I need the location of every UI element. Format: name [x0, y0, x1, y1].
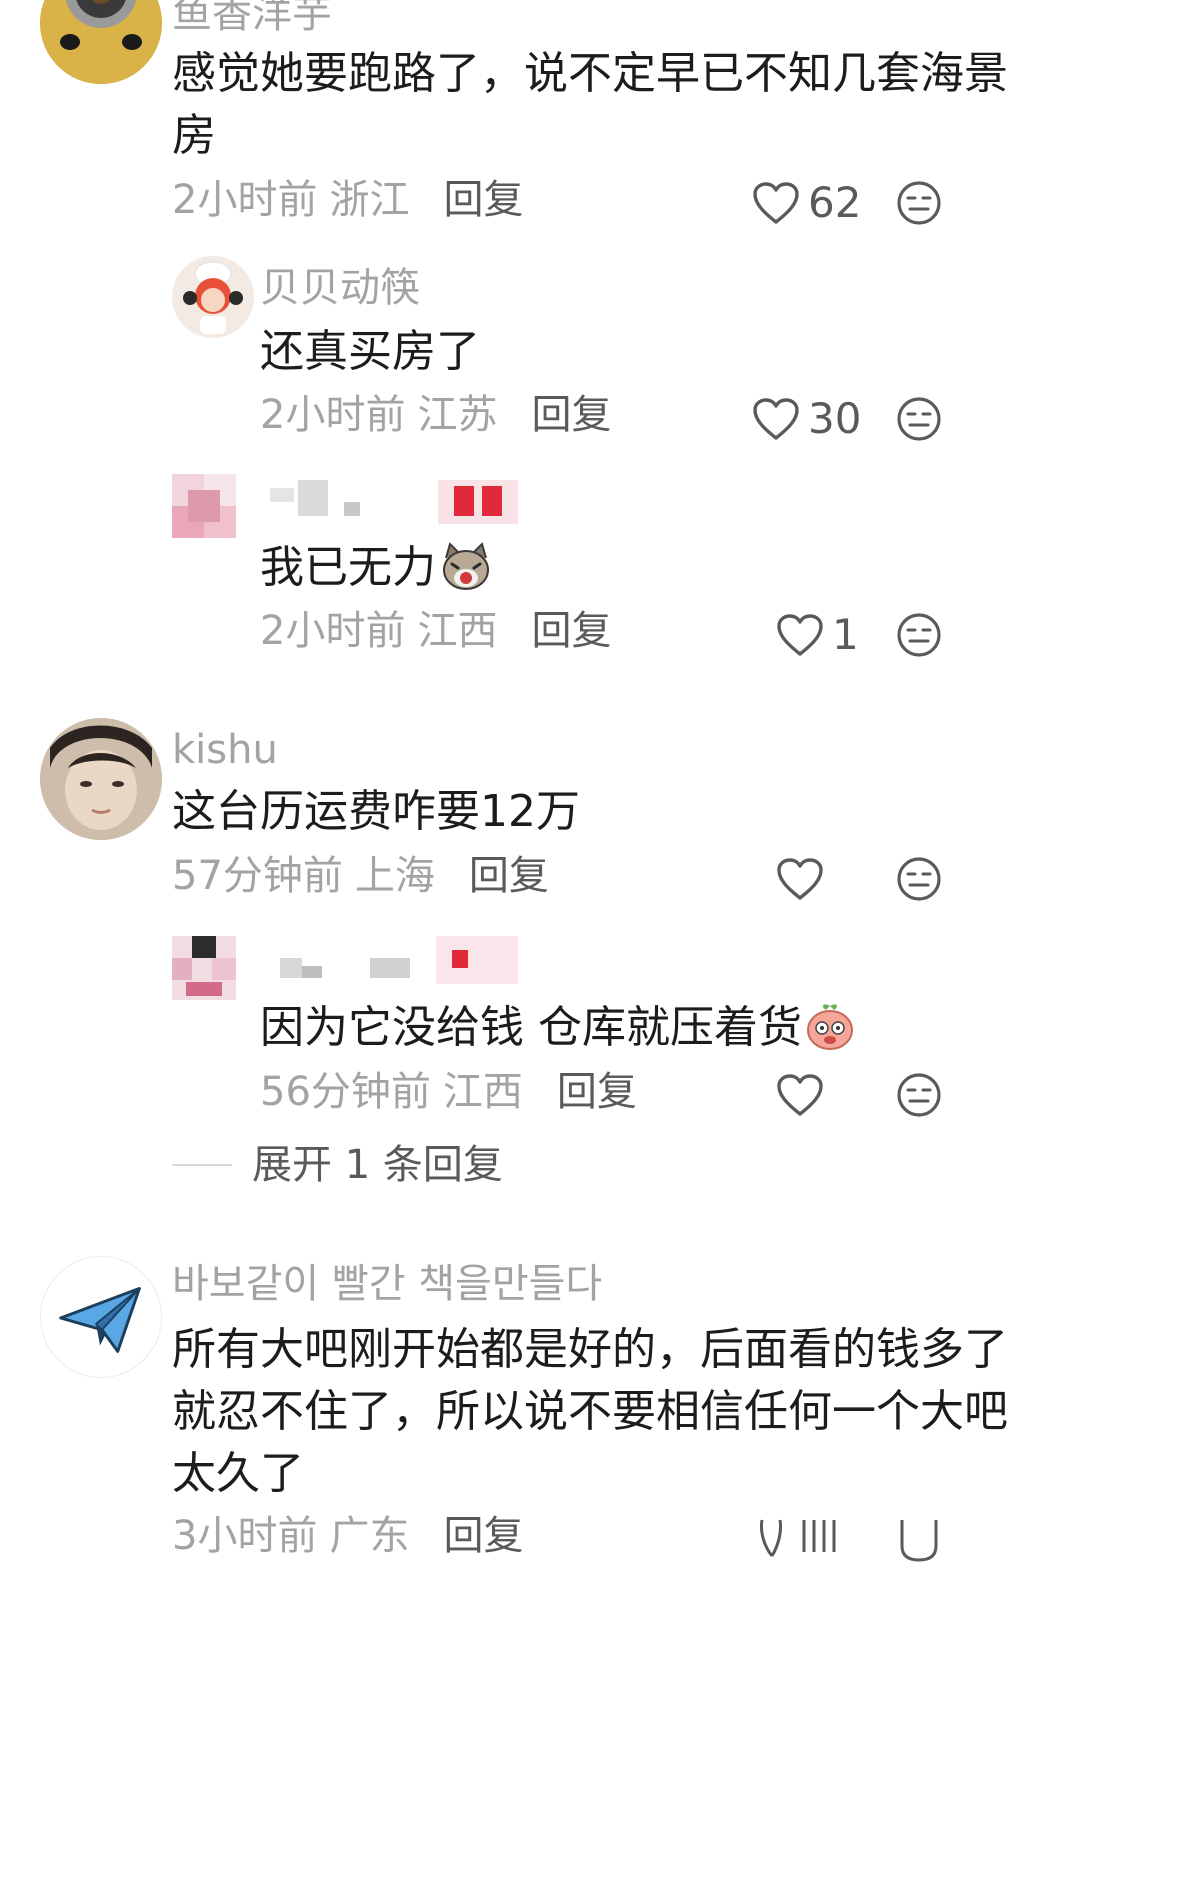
reply-username[interactable] [280, 936, 520, 984]
like-count: 30 [808, 394, 862, 443]
neutral-face-icon [897, 613, 941, 657]
reply-text: 我已无力 [260, 530, 492, 606]
reply-time: 2小时前 [260, 392, 406, 438]
avatar[interactable] [172, 474, 236, 538]
dislike-button[interactable] [896, 612, 942, 658]
neutral-face-icon [900, 1520, 938, 1562]
comment-username[interactable]: 바보같이 빨간 책을만들다 [172, 1260, 602, 1308]
reply-username[interactable]: 贝贝动筷 [260, 264, 420, 312]
reply-username[interactable] [270, 480, 520, 524]
reply-meta: 2小时前 江苏 回复 [260, 391, 611, 439]
reply-button[interactable]: 回复 [557, 1069, 637, 1115]
heart-outline-icon [777, 858, 823, 900]
reply-text-content: 因为它没给钱 仓库就压着货 [260, 1002, 802, 1053]
reply-button[interactable]: 回复 [469, 853, 549, 899]
reply-button[interactable]: 回复 [531, 608, 611, 654]
comment-time: 3小时前 [172, 1513, 318, 1559]
reply-meta: 56分钟前 江西 回复 [260, 1068, 637, 1116]
like-button[interactable] [776, 1070, 832, 1120]
like-button[interactable] [752, 1516, 852, 1564]
crying-cat-emoji-icon [443, 542, 489, 590]
reply-location: 江苏 [417, 392, 498, 438]
neutral-face-icon [897, 857, 941, 901]
reply-meta: 2小时前 江西 回复 [260, 607, 611, 655]
comment-text: 太久了 [172, 1448, 304, 1499]
dislike-button[interactable] [896, 856, 942, 902]
reply-location: 江西 [417, 608, 498, 654]
reply-button[interactable]: 回复 [443, 177, 523, 223]
comment-username[interactable]: kishu [172, 726, 278, 774]
comment-location: 广东 [329, 1513, 410, 1559]
comment-location: 浙江 [329, 177, 410, 223]
comment-location: 上海 [354, 853, 435, 899]
avatar[interactable] [40, 718, 162, 840]
expand-replies-button[interactable]: 展开 1 条回复 [172, 1140, 503, 1190]
like-button[interactable]: 62 [752, 178, 861, 228]
dislike-button[interactable] [896, 1516, 942, 1564]
dislike-button[interactable] [896, 1072, 942, 1118]
reply-button[interactable]: 回复 [443, 1513, 523, 1559]
avatar[interactable] [40, 0, 162, 84]
comment-time: 2小时前 [172, 177, 318, 223]
comment-time: 57分钟前 [172, 853, 343, 899]
reply-button[interactable]: 回复 [531, 392, 611, 438]
heart-outline-icon [760, 1519, 836, 1557]
like-count: 62 [808, 178, 862, 227]
comment-username[interactable]: 鱼香洋芋 [172, 0, 332, 38]
reply-time: 56分钟前 [260, 1069, 431, 1115]
avatar[interactable] [172, 936, 236, 1000]
avatar[interactable] [172, 256, 254, 338]
divider-line [172, 1164, 232, 1166]
reply-text: 还真买房了 [260, 326, 480, 377]
comment-text: 这台历运费咋要12万 [172, 786, 580, 837]
heart-outline-icon [753, 182, 799, 224]
like-count: 1 [832, 610, 859, 659]
heart-outline-icon [777, 1074, 823, 1116]
like-button[interactable]: 1 [776, 610, 859, 660]
neutral-face-icon [897, 181, 941, 225]
comment-text: 感觉她要跑路了，说不定早已不知几套海景 [172, 48, 1008, 99]
reply-time: 2小时前 [260, 608, 406, 654]
dislike-button[interactable] [896, 396, 942, 442]
expand-replies-label: 展开 1 条回复 [252, 1142, 503, 1188]
comment-meta: 2小时前 浙江 回复 [172, 176, 523, 224]
reply-text-content: 我已无力 [260, 542, 436, 593]
avatar[interactable] [40, 1256, 162, 1378]
like-button[interactable]: 30 [752, 394, 861, 444]
comment-meta: 3小时前 广东 回复 [172, 1512, 523, 1560]
like-button[interactable] [776, 854, 832, 904]
peach-face-emoji-icon [807, 1004, 853, 1050]
comment-text: 房 [172, 110, 216, 161]
dislike-button[interactable] [896, 180, 942, 226]
reply-text: 因为它没给钱 仓库就压着货 [260, 990, 856, 1066]
reply-location: 江西 [442, 1069, 523, 1115]
comment-meta: 57分钟前 上海 回复 [172, 852, 549, 900]
heart-outline-icon [753, 398, 799, 440]
neutral-face-icon [897, 397, 941, 441]
heart-outline-icon [777, 614, 823, 656]
neutral-face-icon [897, 1073, 941, 1117]
